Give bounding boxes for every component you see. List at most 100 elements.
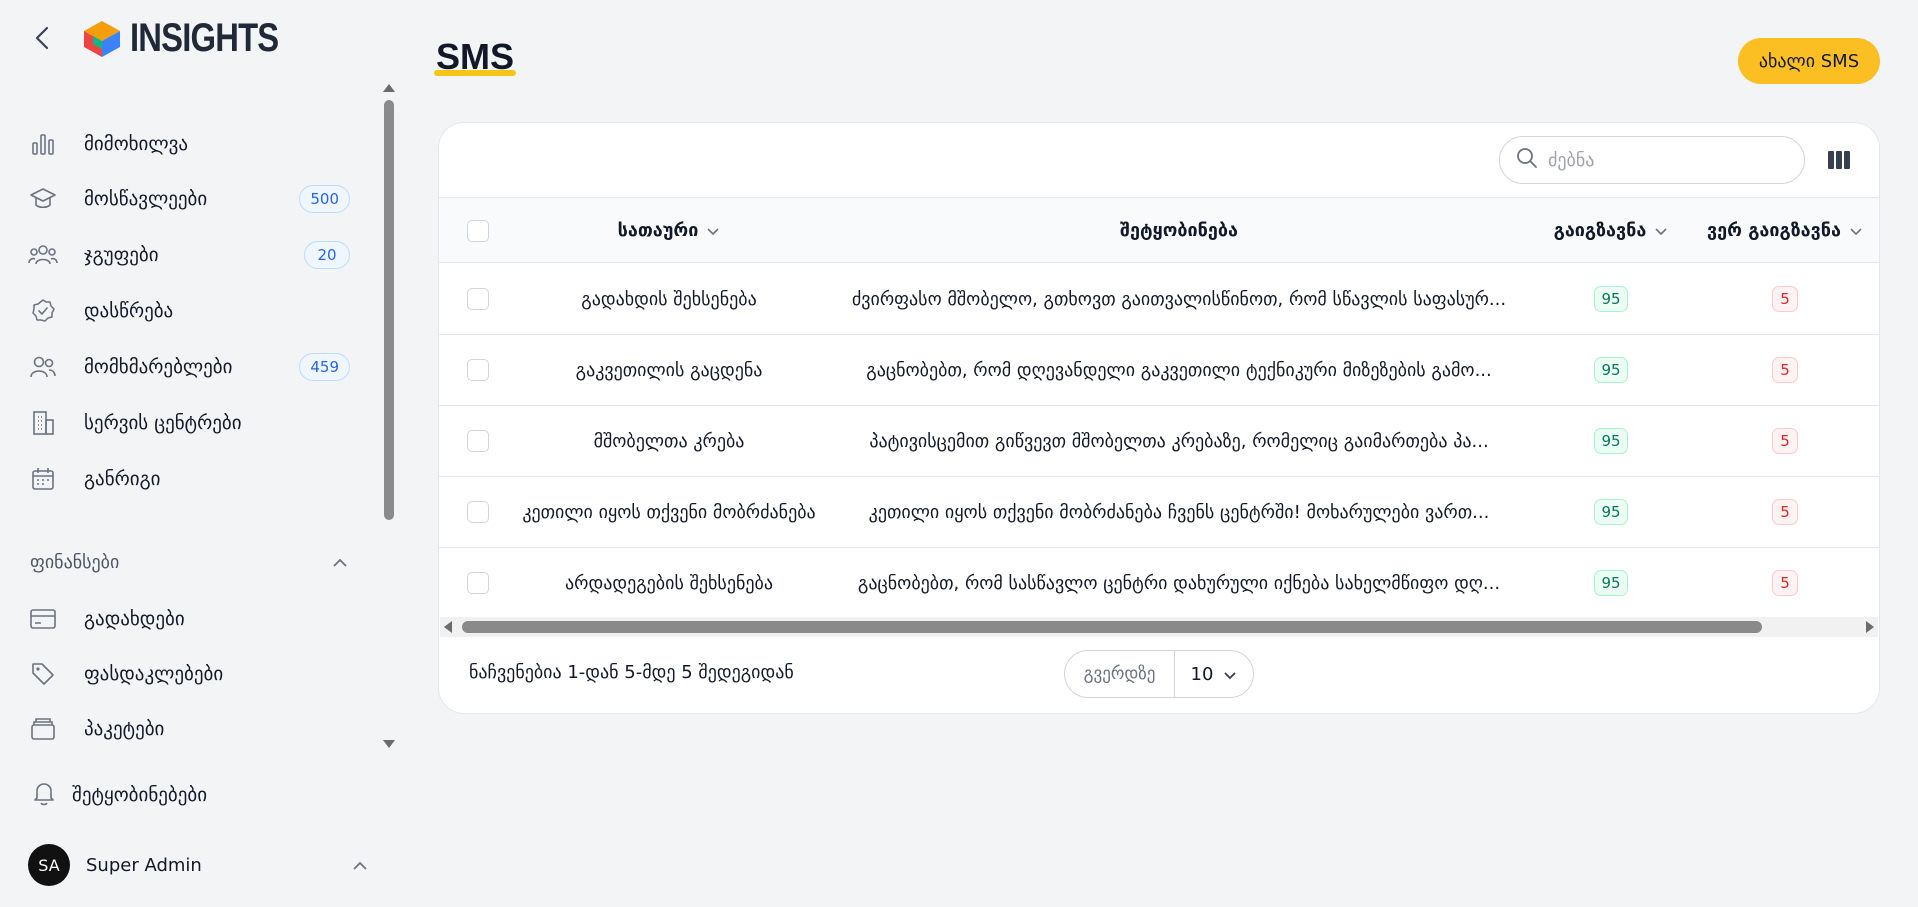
row-checkbox[interactable] <box>467 501 489 523</box>
sidebar-item-label: ჯგუფები <box>84 244 159 266</box>
cell-not-sent: 5 <box>1691 335 1879 405</box>
sidebar-item-service-centers[interactable]: სერვის ცენტრები <box>28 401 350 445</box>
count-badge: 500 <box>299 185 350 213</box>
cell-not-sent: 5 <box>1691 548 1879 618</box>
new-sms-button[interactable]: ახალი SMS <box>1738 38 1880 84</box>
failed-count-badge: 5 <box>1772 570 1798 596</box>
finance-section-toggle[interactable]: ფინანსები <box>30 548 348 576</box>
sidebar: INSIGHTS მიმოხილვა მოსწავლეები 500 ჯგუფე… <box>0 0 395 907</box>
sidebar-item-label: დასწრება <box>84 300 174 322</box>
table-row[interactable]: მშობელთა კრება პატივისცემით გიწვევთ მშობ… <box>439 406 1879 477</box>
sidebar-item-overview[interactable]: მიმოხილვა <box>28 122 350 166</box>
table-row[interactable]: გაკვეთილის გაცდენა გაცნობებთ, რომ დღევან… <box>439 335 1879 406</box>
scroll-up-arrow[interactable] <box>383 84 395 92</box>
sidebar-item-label: მოსწავლეები <box>84 188 208 210</box>
building-icon <box>28 408 58 438</box>
logo-cube-icon <box>84 20 120 57</box>
scroll-down-arrow[interactable] <box>383 740 395 748</box>
cell-sent: 95 <box>1531 264 1691 334</box>
cell-sent: 95 <box>1531 406 1691 476</box>
column-message-label: შეტყობინება <box>1120 219 1238 241</box>
sent-count-badge: 95 <box>1594 286 1628 312</box>
row-checkbox[interactable] <box>467 288 489 310</box>
bell-icon <box>30 779 58 811</box>
user-name: Super Admin <box>86 854 202 876</box>
count-badge: 20 <box>304 241 350 269</box>
logo-text: INSIGHTS <box>130 16 279 60</box>
table-row[interactable]: არდადეგების შეხსენება გაცნობებთ, რომ სას… <box>439 548 1879 619</box>
sidebar-item-attendance[interactable]: დასწრება <box>28 289 350 333</box>
table-row[interactable]: გადახდის შეხსენება ძვირფასო მშობელო, გთხ… <box>439 264 1879 335</box>
sidebar-item-payments[interactable]: გადახდები <box>28 597 350 641</box>
table-horizontal-scrollbar[interactable] <box>440 617 1878 637</box>
row-checkbox[interactable] <box>467 430 489 452</box>
cell-title: კეთილი იყოს თქვენი მობრძანება <box>522 501 816 523</box>
sidebar-item-students[interactable]: მოსწავლეები 500 <box>28 177 350 221</box>
cell-not-sent: 5 <box>1691 477 1879 547</box>
chevron-up-icon <box>352 856 368 875</box>
sidebar-item-groups[interactable]: ჯგუფები 20 <box>28 233 350 277</box>
wallet-icon <box>28 714 58 744</box>
failed-count-badge: 5 <box>1772 357 1798 383</box>
page-size-selector[interactable]: გვერდზე 10 <box>1064 650 1254 698</box>
tag-icon <box>28 659 58 689</box>
page-size-value: 10 <box>1190 663 1214 685</box>
table-row[interactable]: კეთილი იყოს თქვენი მობრძანება კეთილი იყო… <box>439 477 1879 548</box>
chevron-down-icon <box>1654 220 1668 241</box>
credit-card-icon <box>28 604 58 634</box>
column-header-sent[interactable]: გაიგზავნა <box>1531 198 1691 262</box>
sidebar-item-label: სერვის ცენტრები <box>84 412 242 434</box>
column-header-title[interactable]: სათაური <box>511 198 827 262</box>
cell-title: არდადეგების შეხსენება <box>565 572 773 594</box>
scroll-left-arrow[interactable] <box>444 621 452 633</box>
avatar: SA <box>28 844 70 886</box>
users-icon <box>28 352 58 382</box>
scrollbar-thumb[interactable] <box>462 621 1762 633</box>
failed-count-badge: 5 <box>1772 286 1798 312</box>
row-checkbox[interactable] <box>467 359 489 381</box>
graduation-cap-icon <box>28 184 58 214</box>
failed-count-badge: 5 <box>1772 428 1798 454</box>
user-menu[interactable]: SA Super Admin <box>28 844 368 886</box>
sent-count-badge: 95 <box>1594 357 1628 383</box>
back-arrow-icon[interactable] <box>30 24 54 52</box>
sidebar-item-schedule[interactable]: განრიგი <box>28 457 350 501</box>
column-header-not-sent[interactable]: ვერ გაიგზავნა <box>1691 198 1879 262</box>
column-title-label: სათაური <box>617 219 699 241</box>
cell-message: ძვირფასო მშობელო, გთხოვთ გაითვალისწინოთ,… <box>851 288 1507 310</box>
search-input[interactable] <box>1548 149 1768 171</box>
sidebar-item-label: ფასდაკლებები <box>84 663 224 685</box>
calendar-icon <box>28 464 58 494</box>
sidebar-item-discounts[interactable]: ფასდაკლებები <box>28 652 350 696</box>
bar-chart-icon <box>28 129 58 159</box>
sent-count-badge: 95 <box>1594 499 1628 525</box>
sidebar-item-label: გადახდები <box>84 608 185 630</box>
row-checkbox[interactable] <box>467 572 489 594</box>
cell-not-sent: 5 <box>1691 406 1879 476</box>
scroll-right-arrow[interactable] <box>1866 621 1874 633</box>
chevron-down-icon <box>1849 220 1863 241</box>
cell-message: გაცნობებთ, რომ დღევანდელი გაკვეთილი ტექნ… <box>866 359 1492 381</box>
notifications-link[interactable]: შეტყობინებები <box>30 775 207 815</box>
notifications-label: შეტყობინებები <box>72 784 208 806</box>
page-size-label: გვერდზე <box>1065 651 1175 697</box>
select-all-checkbox[interactable] <box>467 220 489 242</box>
users-group-icon <box>28 240 58 270</box>
page-size-select[interactable]: 10 <box>1175 664 1253 685</box>
app-logo[interactable]: INSIGHTS <box>80 16 311 61</box>
sent-count-badge: 95 <box>1594 428 1628 454</box>
section-title: ფინანსები <box>30 551 120 573</box>
sidebar-scrollbar[interactable] <box>384 100 394 520</box>
columns-toggle-icon[interactable] <box>1824 146 1854 174</box>
sidebar-item-packages[interactable]: პაკეტები <box>28 707 350 751</box>
count-badge: 459 <box>299 353 350 381</box>
search-icon <box>1516 147 1538 173</box>
table-header: სათაური შეტყობინება გაიგზავნა ვერ გაიგზა… <box>439 197 1879 263</box>
sent-count-badge: 95 <box>1594 570 1628 596</box>
chevron-down-icon <box>706 220 720 241</box>
cell-title: გაკვეთილის გაცდენა <box>575 359 763 381</box>
search-box[interactable] <box>1499 136 1805 184</box>
column-header-message: შეტყობინება <box>827 198 1531 262</box>
sidebar-item-label: მომხმარებლები <box>84 356 233 378</box>
sidebar-item-users[interactable]: მომხმარებლები 459 <box>28 345 350 389</box>
